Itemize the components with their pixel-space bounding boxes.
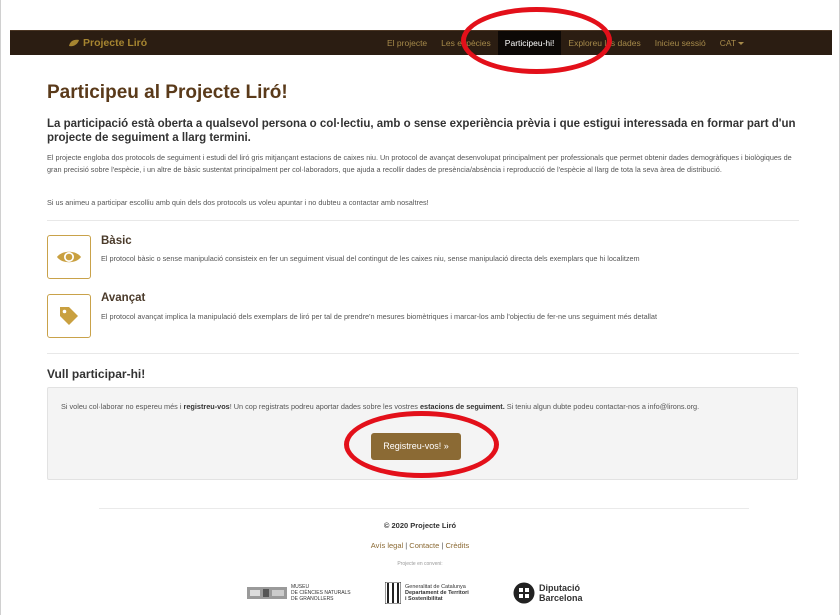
join-text-part: Si voleu col·laborar no espereu més i: [61, 402, 184, 411]
museu-emblem-icon: [247, 587, 287, 599]
tag-icon: [60, 307, 78, 325]
nav-exploreu-les-dades[interactable]: Exploreu les dades: [561, 31, 647, 55]
language-dropdown[interactable]: CAT: [713, 31, 751, 55]
advanced-protocol-text: El protocol avançat implica la manipulac…: [101, 312, 657, 321]
contact-link[interactable]: Contacte: [409, 541, 439, 550]
diputacio-emblem-icon: [513, 582, 535, 604]
stations-emphasis: estacions de seguiment.: [419, 402, 505, 411]
page-title: Participeu al Projecte Liró!: [47, 82, 288, 103]
convenio-label: Projecte en conveni:: [397, 561, 443, 567]
nav-inicieu-sessio[interactable]: Inicieu sessió: [648, 31, 713, 55]
leaf-icon: [69, 39, 79, 47]
generalitat-emblem-icon: [385, 582, 401, 604]
join-heading: Vull participar-hi!: [47, 367, 146, 381]
logo-line: DE GRANOLLERS: [291, 596, 334, 602]
join-text: Si voleu col·laborar no espereu més i re…: [61, 401, 786, 412]
intro-paragraph: El projecte engloba dos protocols de seg…: [47, 153, 792, 174]
invite-paragraph: Si us animeu a participar escolliu amb q…: [47, 198, 429, 207]
copyright: © 2020 Projecte Liró: [383, 521, 457, 530]
basic-protocol-icon-box: [47, 235, 91, 279]
advanced-protocol-title: Avançat: [101, 292, 146, 304]
generalitat-logo[interactable]: Generalitat de Catalunya Departament de …: [385, 578, 469, 608]
nav-menu: El projecte Les espècies Participeu-hi! …: [380, 31, 751, 55]
footer-divider: [99, 508, 749, 509]
basic-protocol-text: El protocol bàsic o sense manipulació co…: [101, 254, 640, 263]
join-panel: Si voleu col·laborar no espereu més i re…: [47, 387, 798, 480]
language-label: CAT: [719, 38, 737, 48]
lead-text: La participació està oberta a qualsevol …: [47, 118, 796, 144]
register-button[interactable]: Registreu-vos! »: [371, 433, 461, 460]
top-navbar: Projecte Liró El projecte Les espècies P…: [10, 30, 832, 55]
diputacio-logo[interactable]: Diputació Barcelona: [513, 578, 583, 608]
join-text-part: ! Un cop registrats podreu aportar dades…: [229, 402, 420, 411]
credits-link[interactable]: Crèdits: [445, 541, 469, 550]
nav-el-projecte[interactable]: El projecte: [380, 31, 434, 55]
logo-line: i Sostenibilitat: [405, 596, 443, 602]
nav-participeu-hi[interactable]: Participeu-hi!: [497, 31, 562, 55]
divider: [47, 353, 799, 354]
brand-link[interactable]: Projecte Liró: [68, 31, 147, 55]
eye-icon: [57, 251, 81, 263]
divider: [47, 220, 799, 221]
caret-down-icon: [738, 42, 745, 45]
museu-logo[interactable]: MUSEU DE CIÈNCIES NATURALS DE GRANOLLERS: [247, 578, 351, 608]
footer-links: Avís legal | Contacte | Crèdits: [0, 541, 840, 550]
register-emphasis: registreu-vos: [183, 402, 230, 411]
join-text-part: Si teniu algun dubte podeu contactar-nos…: [504, 402, 700, 411]
advanced-protocol-icon-box: [47, 294, 91, 338]
logo-line: Barcelona: [539, 593, 583, 603]
logo-line: Diputació: [539, 583, 581, 593]
nav-les-especies[interactable]: Les espècies: [434, 31, 498, 55]
legal-link[interactable]: Avís legal: [371, 541, 403, 550]
basic-protocol-title: Bàsic: [101, 235, 132, 247]
brand-name: Projecte Liró: [83, 37, 148, 49]
